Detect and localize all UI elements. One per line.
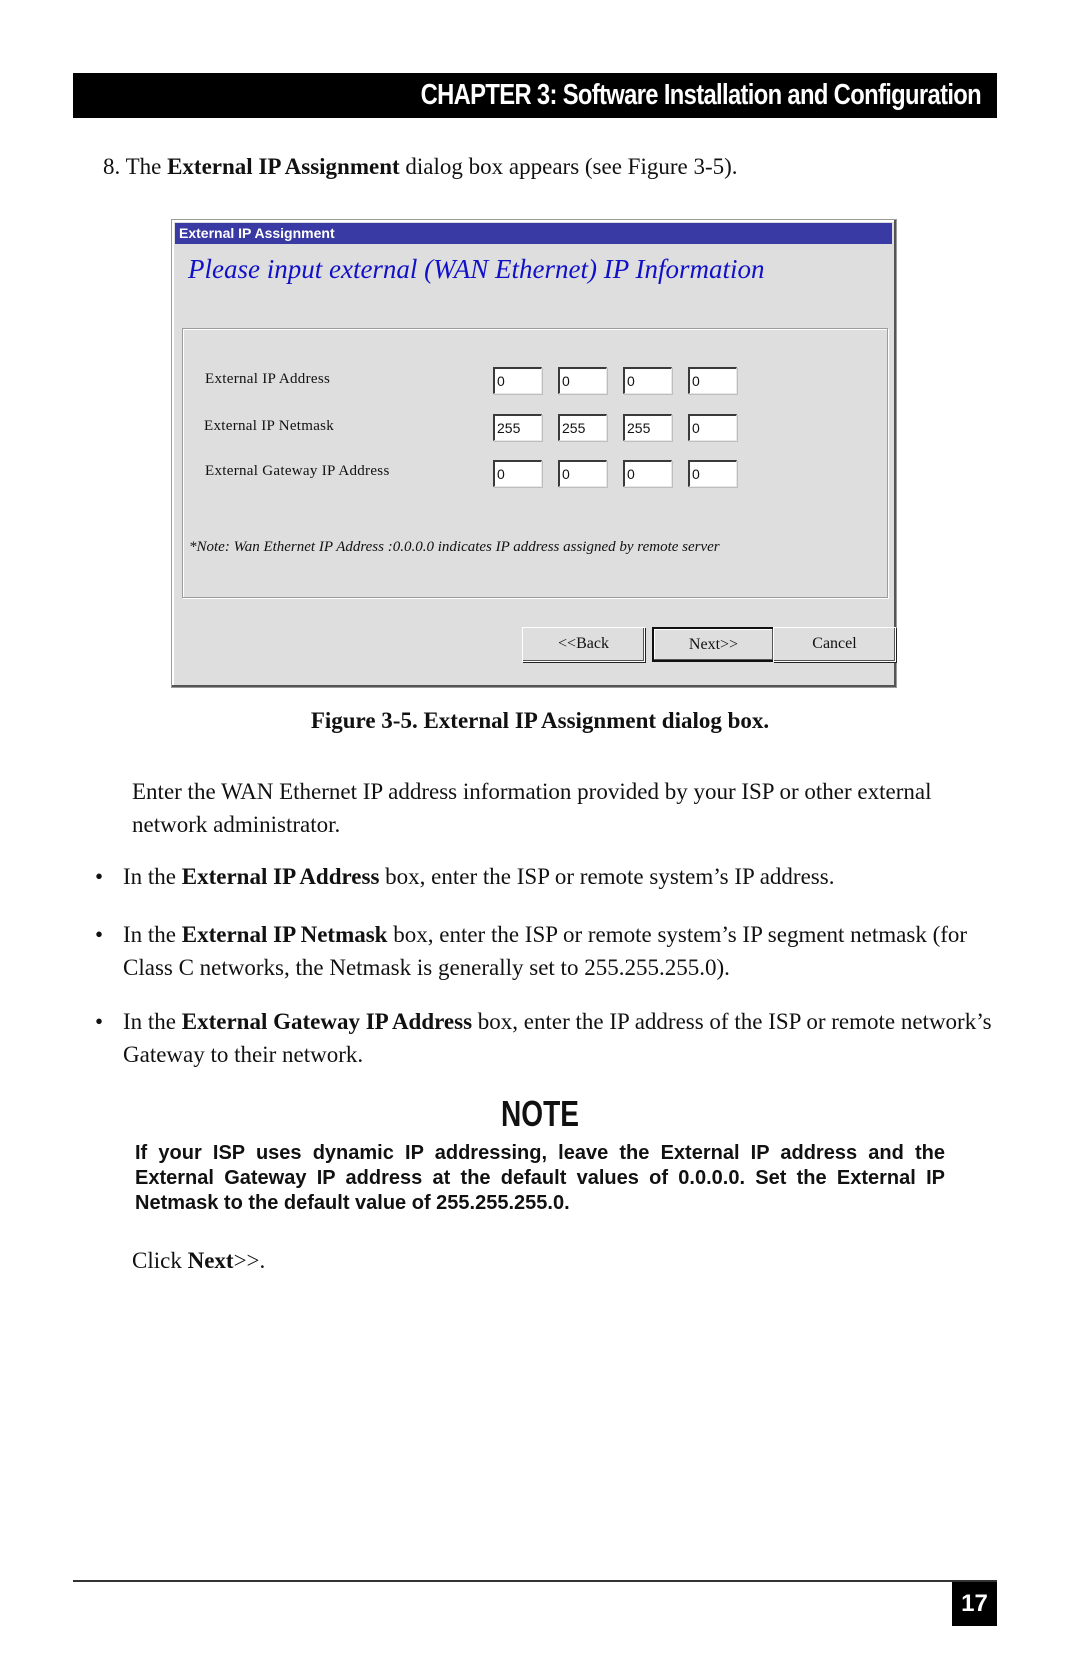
external-ip-assignment-dialog: External IP Assignment Please input exte… [171, 219, 897, 688]
bullet-bold: External IP Address [181, 864, 380, 889]
figure-caption: Figure 3-5. External IP Assignment dialo… [310, 708, 770, 733]
intro-paragraph: Enter the WAN Ethernet IP address inform… [132, 779, 932, 837]
note-body: If your ISP uses dynamic IP addressing, … [135, 1142, 945, 1214]
chapter-header-bar: CHAPTER 3: Software Installation and Con… [73, 73, 997, 118]
bullet-prefix: In the [123, 1009, 182, 1034]
step-8-text: 8. The External IP Assignment dialog box… [103, 154, 738, 180]
dialog-heading: Please input external (WAN Ethernet) IP … [188, 254, 765, 284]
click-next-instruction: Click Next>>. [132, 1248, 265, 1274]
bullet-prefix: In the [123, 922, 182, 947]
netmask-octet-2[interactable] [558, 414, 607, 441]
page-number: 17 [952, 1582, 997, 1626]
back-button[interactable]: <<Back [522, 627, 645, 662]
external-ip-octet-4[interactable] [688, 367, 737, 394]
dialog-title-bar: External IP Assignment [175, 223, 892, 244]
bullet-prefix: In the [123, 864, 182, 889]
bullet-icon: • [95, 1009, 104, 1034]
footer-rule [73, 1580, 997, 1582]
netmask-octet-4[interactable] [688, 414, 737, 441]
cancel-button[interactable]: Cancel [773, 627, 896, 662]
external-ip-octet-1[interactable] [493, 367, 542, 394]
dialog-note: *Note: Wan Ethernet IP Address :0.0.0.0 … [189, 539, 720, 555]
netmask-octet-3[interactable] [623, 414, 672, 441]
click-next-prefix: Click [132, 1248, 188, 1273]
external-gateway-ip-label: External Gateway IP Address [205, 463, 390, 479]
gateway-ip-octet-3[interactable] [623, 460, 672, 487]
gateway-ip-octet-2[interactable] [558, 460, 607, 487]
bullet-suffix: box, enter the ISP or remote system’s IP… [379, 864, 835, 889]
external-ip-address-label: External IP Address [205, 371, 331, 387]
bullet-item: • In the External IP Netmask box, enter … [95, 918, 995, 984]
note-heading: NOTE [500, 1093, 579, 1134]
bullet-item: • In the External IP Address box, enter … [95, 860, 995, 893]
bullet-bold: External Gateway IP Address [181, 1009, 473, 1034]
ip-settings-group: External IP Address External IP Netmask … [182, 328, 888, 598]
external-ip-octet-3[interactable] [623, 367, 672, 394]
bullet-bold: External IP Netmask [181, 922, 388, 947]
gateway-ip-octet-4[interactable] [688, 460, 737, 487]
netmask-octet-1[interactable] [493, 414, 542, 441]
step-suffix: dialog box appears (see Figure 3-5). [399, 154, 738, 179]
bullet-icon: • [95, 922, 104, 947]
gateway-ip-octet-1[interactable] [493, 460, 542, 487]
step-prefix: 8. The [103, 154, 168, 179]
click-next-suffix: >>. [233, 1248, 266, 1273]
step-bold: External IP Assignment [167, 154, 400, 179]
click-next-bold: Next [187, 1248, 234, 1273]
next-button[interactable]: Next>> [652, 627, 775, 662]
bullet-item: • In the External Gateway IP Address box… [95, 1005, 995, 1071]
chapter-title: CHAPTER 3: Software Installation and Con… [420, 79, 981, 111]
external-ip-netmask-label: External IP Netmask [204, 418, 335, 434]
external-ip-octet-2[interactable] [558, 367, 607, 394]
bullet-icon: • [95, 864, 104, 889]
